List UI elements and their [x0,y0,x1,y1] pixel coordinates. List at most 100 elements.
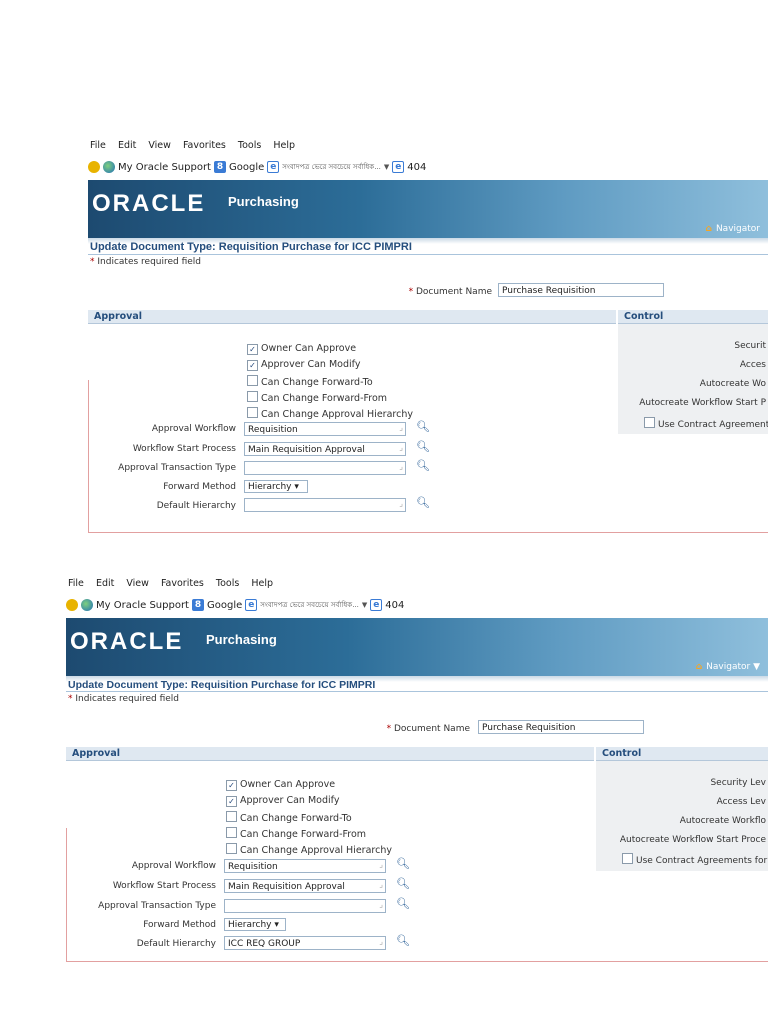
workflow-start-input[interactable]: Main Requisition Approval ⌟ [244,442,406,456]
checkbox-empty-icon [622,853,633,864]
search-icon[interactable]: 🔍︎ [396,934,410,947]
control-autocreate-start-label: Autocreate Workflow Start P [639,398,766,408]
fav-google[interactable]: Google [207,600,242,611]
chevron-down-icon[interactable]: ▼ [384,163,389,171]
forward-method-select[interactable]: Hierarchy ▾ [244,480,308,493]
default-hierarchy-label: Default Hierarchy [136,939,216,949]
navigator-link[interactable]: ⌂ Navigator ▼ [696,662,760,672]
fav-oracle-support[interactable]: My Oracle Support [118,162,211,173]
favorites-bar: My Oracle Support 8 Google e সংবাদপত্র ভ… [88,158,426,176]
menu-favorites[interactable]: Favorites [161,578,204,589]
navigator-label: Navigator [706,662,751,672]
ie-page-icon: e [267,161,280,173]
can-change-forward-to-checkbox[interactable]: Can Change Forward-To [226,811,352,824]
search-icon[interactable]: 🔍︎ [396,857,410,870]
control-autocreate-label: Autocreate Workflo [679,816,766,826]
workflow-start-label: Workflow Start Process [132,444,236,454]
document-name-input[interactable]: Purchase Requisition [498,283,664,297]
document-name-label: * Document Name [408,287,492,297]
page-bottom-border [66,961,768,962]
menu-edit[interactable]: Edit [118,140,136,151]
menu-file[interactable]: File [90,140,106,151]
control-access-label: Access Lev [716,797,766,807]
fav-bengali-link[interactable]: সংবাদপত্র ভেরে সবচেয়ে সর্বাধিক... [282,161,381,173]
home-icon: ⌂ [705,224,712,234]
transaction-type-input[interactable]: ⌟ [224,899,386,913]
default-hierarchy-input[interactable]: ICC REQ GROUP ⌟ [224,936,386,950]
menu-tools[interactable]: Tools [216,578,239,589]
page-title: Update Document Type: Requisition Purcha… [68,679,376,691]
screenshot-top: File Edit View Favorites Tools Help My O… [88,140,768,535]
oracle-logo: ORACLE [70,628,184,655]
transaction-type-input[interactable]: ⌟ [244,461,406,475]
navigator-link[interactable]: ⌂ Navigator [706,224,761,234]
search-icon[interactable]: 🔍︎ [396,897,410,910]
control-access-label: Acces [739,360,766,370]
document-name-input[interactable]: Purchase Requisition [478,720,644,734]
menu-help[interactable]: Help [251,578,273,589]
default-hierarchy-label: Default Hierarchy [156,501,236,511]
can-change-forward-from-checkbox[interactable]: Can Change Forward-From [226,827,366,840]
search-icon[interactable]: 🔍︎ [396,877,410,890]
menu-file[interactable]: File [68,578,84,589]
approval-workflow-input[interactable]: Requisition ⌟ [224,859,386,873]
approver-can-modify-checkbox[interactable]: ✓ Approver Can Modify [247,359,360,371]
fav-404[interactable]: 404 [385,600,404,611]
checkbox-empty-icon [226,811,237,822]
approval-section-header: Approval [66,747,594,761]
favorites-star-icon[interactable] [66,599,78,611]
can-change-hierarchy-checkbox[interactable]: Can Change Approval Hierarchy [226,843,392,856]
menu-bar: File Edit View Favorites Tools Help [90,140,304,156]
app-header: ORACLE Purchasing ⌂ Navigator ▼ [66,618,768,676]
approver-can-modify-checkbox[interactable]: ✓ Approver Can Modify [226,795,339,807]
workflow-start-label: Workflow Start Process [112,881,216,891]
owner-can-approve-checkbox[interactable]: ✓ Owner Can Approve [226,779,335,791]
menu-edit[interactable]: Edit [96,578,114,589]
fav-bengali-link[interactable]: সংবাদপত্র ভেরে সবচেয়ে সর্বাধিক... [260,599,359,611]
checkbox-empty-icon [247,375,258,386]
can-change-forward-from-checkbox[interactable]: Can Change Forward-From [247,391,387,404]
use-contract-checkbox[interactable]: Use Contract Agreements for [622,853,767,866]
page-title: Update Document Type: Requisition Purcha… [90,241,412,253]
use-contract-checkbox[interactable]: Use Contract Agreement [644,417,768,430]
forward-method-label: Forward Method [163,482,236,492]
fav-oracle-support[interactable]: My Oracle Support [96,600,189,611]
ie-page-icon: e [245,599,258,611]
fav-google[interactable]: Google [229,162,264,173]
menu-tools[interactable]: Tools [238,140,261,151]
search-icon[interactable]: 🔍︎ [416,420,430,433]
search-icon[interactable]: 🔍︎ [416,440,430,453]
control-autocreate-label: Autocreate Wo [699,379,766,389]
forward-method-select[interactable]: Hierarchy ▾ [224,918,286,931]
approval-workflow-label: Approval Workflow [131,861,216,871]
search-icon[interactable]: 🔍︎ [416,496,430,509]
chevron-down-icon[interactable]: ▼ [362,601,367,609]
control-section-header: Control [596,747,768,761]
chevron-down-icon: ▼ [753,662,760,672]
transaction-type-label: Approval Transaction Type [118,463,236,473]
control-section-header: Control [618,310,768,324]
checkbox-checked-icon: ✓ [247,360,258,371]
home-icon: ⌂ [695,662,703,672]
favorites-star-icon[interactable] [88,161,100,173]
checkbox-empty-icon [644,417,655,428]
ie-page-icon: e [392,161,405,173]
approval-workflow-label: Approval Workflow [151,424,236,434]
menu-help[interactable]: Help [273,140,295,151]
workflow-start-input[interactable]: Main Requisition Approval ⌟ [224,879,386,893]
menu-view[interactable]: View [126,578,149,589]
page-left-border [66,828,67,961]
can-change-forward-to-checkbox[interactable]: Can Change Forward-To [247,375,373,388]
default-hierarchy-input[interactable]: ⌟ [244,498,406,512]
globe-icon [103,161,115,173]
fav-404[interactable]: 404 [407,162,426,173]
title-divider [66,691,768,692]
owner-can-approve-checkbox[interactable]: ✓ Owner Can Approve [247,343,356,355]
can-change-hierarchy-checkbox[interactable]: Can Change Approval Hierarchy [247,407,413,420]
menu-favorites[interactable]: Favorites [183,140,226,151]
screenshot-bottom: File Edit View Favorites Tools Help My O… [66,578,768,964]
menu-view[interactable]: View [148,140,171,151]
app-name: Purchasing [228,194,299,209]
search-icon[interactable]: 🔍︎ [416,459,430,472]
approval-workflow-input[interactable]: Requisition ⌟ [244,422,406,436]
